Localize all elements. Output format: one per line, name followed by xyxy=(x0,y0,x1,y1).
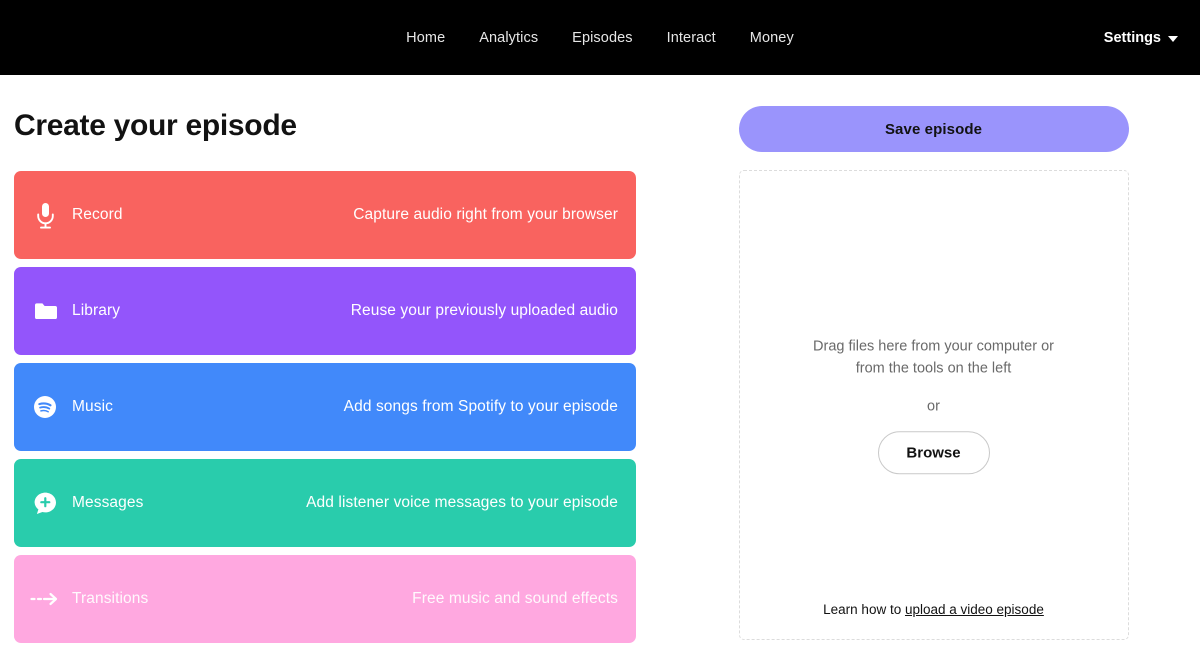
folder-icon xyxy=(30,302,60,320)
learn-how-to-label: Learn how to xyxy=(823,602,905,617)
dropzone-or-label: or xyxy=(927,397,940,414)
nav-link-interact[interactable]: Interact xyxy=(667,30,716,46)
nav-link-money[interactable]: Money xyxy=(750,30,794,46)
tool-card-music[interactable]: Music Add songs from Spotify to your epi… xyxy=(14,363,636,451)
browse-button[interactable]: Browse xyxy=(877,430,990,474)
tool-card-description: Add listener voice messages to your epis… xyxy=(306,494,618,511)
page-title: Create your episode xyxy=(14,109,297,142)
tool-card-label: Library xyxy=(72,302,121,319)
dropzone-content: Drag files here from your computer or fr… xyxy=(740,336,1128,474)
dropzone-instructions: Drag files here from your computer or fr… xyxy=(813,338,1054,376)
tool-card-transitions[interactable]: Transitions Free music and sound effects xyxy=(14,555,636,643)
tool-card-label: Messages xyxy=(72,494,144,511)
spotify-icon xyxy=(30,395,60,419)
top-navigation-bar: Home Analytics Episodes Interact Money S… xyxy=(0,0,1200,75)
tool-card-description: Reuse your previously uploaded audio xyxy=(350,302,618,319)
chevron-down-icon xyxy=(1168,35,1178,42)
page-body: Create your episode Record Capture audio… xyxy=(0,75,1200,651)
tools-column: Create your episode Record Capture audio… xyxy=(14,75,636,651)
nav-link-home[interactable]: Home xyxy=(406,30,445,46)
message-plus-icon xyxy=(30,491,60,516)
file-dropzone[interactable]: Drag files here from your computer or fr… xyxy=(738,170,1129,640)
save-episode-button[interactable]: Save episode xyxy=(738,106,1129,152)
nav-link-episodes[interactable]: Episodes xyxy=(572,30,632,46)
tool-card-description: Add songs from Spotify to your episode xyxy=(343,398,618,415)
tool-card-list: Record Capture audio right from your bro… xyxy=(14,171,636,643)
settings-label: Settings xyxy=(1103,29,1161,46)
editor-column: Save episode Drag files here from your c… xyxy=(636,75,1186,651)
tool-card-library[interactable]: Library Reuse your previously uploaded a… xyxy=(14,267,636,355)
tool-card-label: Transitions xyxy=(72,590,149,607)
tool-card-label: Music xyxy=(72,398,113,415)
settings-menu[interactable]: Settings xyxy=(1104,30,1178,46)
dashed-arrow-icon xyxy=(30,592,60,606)
upload-video-episode-link[interactable]: upload a video episode xyxy=(905,602,1044,617)
tool-card-description: Free music and sound effects xyxy=(412,590,618,607)
microphone-icon xyxy=(30,202,60,229)
dropzone-footer: Learn how to upload a video episode xyxy=(740,602,1128,617)
tool-card-record[interactable]: Record Capture audio right from your bro… xyxy=(14,171,636,259)
nav-link-analytics[interactable]: Analytics xyxy=(479,30,538,46)
tool-card-label: Record xyxy=(72,206,123,223)
tool-card-description: Capture audio right from your browser xyxy=(353,206,618,223)
tool-card-messages[interactable]: Messages Add listener voice messages to … xyxy=(14,459,636,547)
nav-links: Home Analytics Episodes Interact Money xyxy=(0,30,1200,46)
